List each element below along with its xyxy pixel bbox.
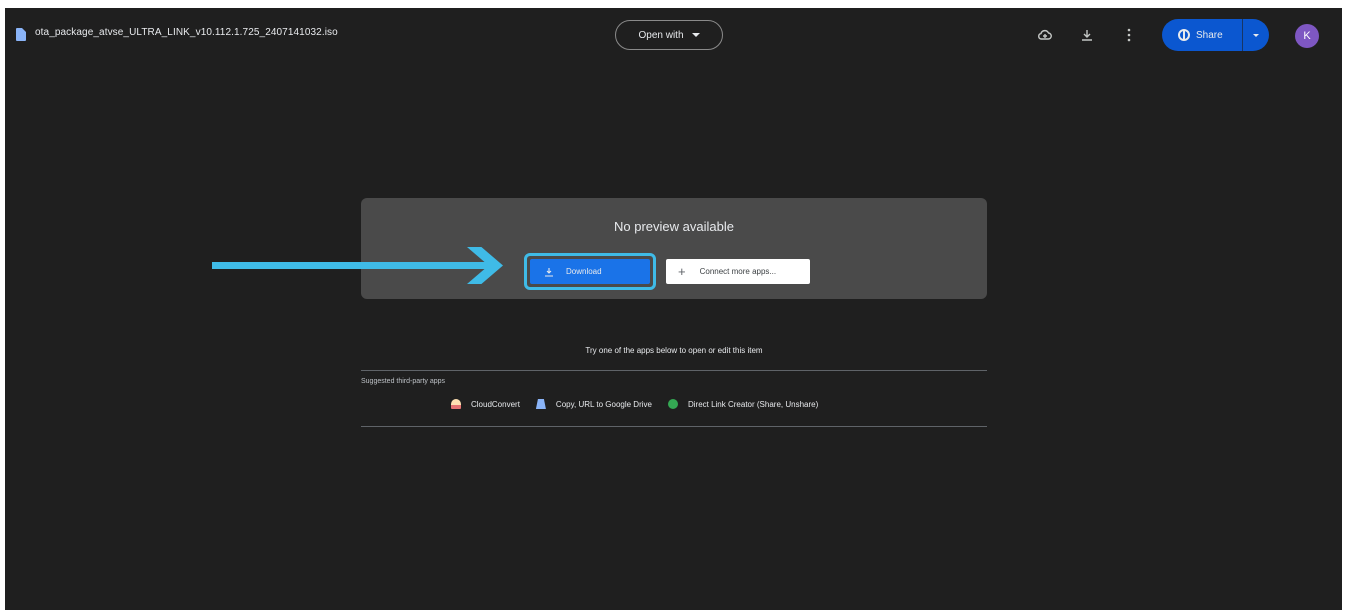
drive-icon [535,399,546,409]
no-preview-title: No preview available [614,219,734,234]
share-label: Share [1196,29,1223,41]
add-to-drive-icon[interactable] [1036,26,1054,44]
caret-down-icon [1253,33,1259,37]
apps-prompt: Try one of the apps below to open or edi… [585,346,763,355]
open-with-button[interactable]: Open with [615,20,723,50]
caret-down-icon [691,33,700,37]
suggested-apps-list: CloudConvert Copy, URL to Google Drive D… [451,399,824,409]
suggested-apps-label: Suggested third-party apps [361,378,446,385]
app-direct-link-creator[interactable]: Direct Link Creator (Share, Unshare) [667,399,819,409]
share-button-group: Share [1162,19,1269,51]
divider [361,426,987,427]
avatar[interactable]: K [1295,24,1319,48]
top-bar: ota_package_atvse_ULTRA_LINK_v10.112.1.7… [5,8,1342,66]
app-label: CloudConvert [471,399,520,409]
file-viewer: ota_package_atvse_ULTRA_LINK_v10.112.1.7… [5,8,1342,610]
app-label: Direct Link Creator (Share, Unshare) [687,399,819,409]
divider [361,370,987,371]
file-name: ota_package_atvse_ULTRA_LINK_v10.112.1.7… [35,27,338,38]
app-label: Copy, URL to Google Drive [555,399,652,409]
plus-icon: + [678,264,686,279]
pointer-arrow-shaft [212,262,492,269]
app-cloudconvert[interactable]: CloudConvert [451,399,520,409]
share-divider [1242,19,1243,51]
globe-icon [1178,29,1190,41]
open-with-label: Open with [638,29,684,41]
preview-card: No preview available Download + Connect … [361,198,987,299]
share-button[interactable]: Share [1162,19,1242,51]
download-highlight-box [524,253,656,290]
connect-more-apps-button[interactable]: + Connect more apps... [666,259,810,284]
cloudconvert-icon [451,399,461,409]
download-icon[interactable] [1078,26,1096,44]
link-icon [667,399,678,409]
connect-label: Connect more apps... [699,267,777,276]
more-vert-icon[interactable] [1120,26,1138,44]
app-copy-url-to-drive[interactable]: Copy, URL to Google Drive [535,399,652,409]
share-options-button[interactable] [1243,19,1269,51]
file-icon [16,28,26,41]
